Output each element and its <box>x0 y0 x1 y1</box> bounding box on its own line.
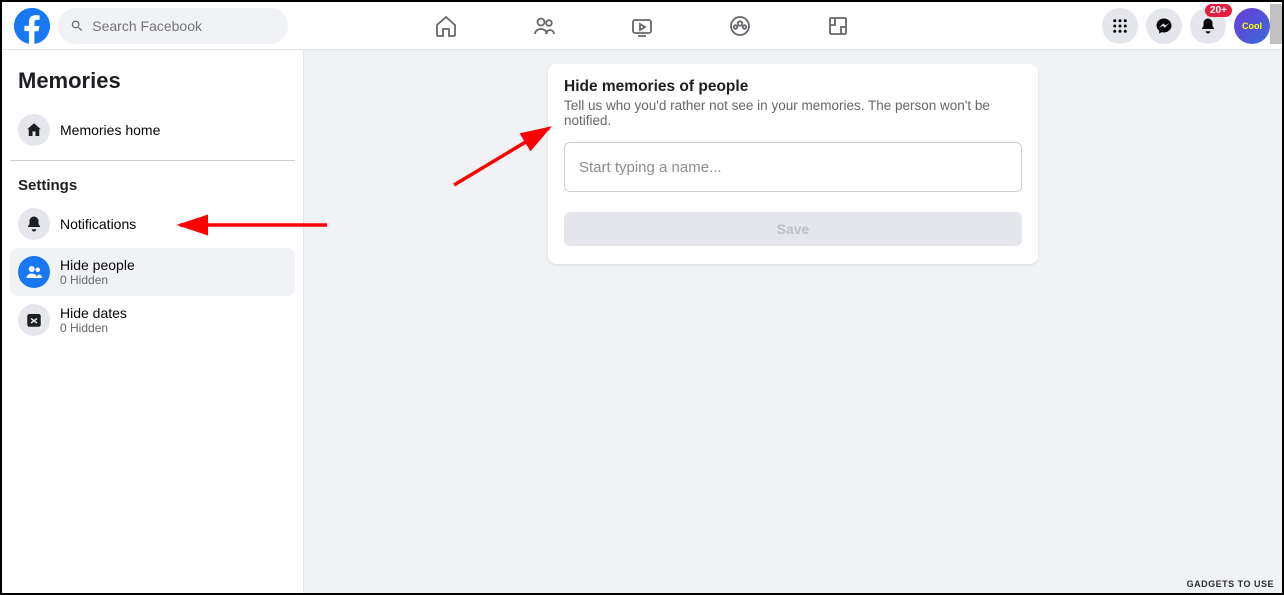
center-nav <box>401 2 883 50</box>
scrollbar-thumb[interactable] <box>1270 4 1282 44</box>
search-icon <box>70 18 84 34</box>
save-button[interactable]: Save <box>564 212 1022 246</box>
sidebar-section-settings: Settings <box>10 167 295 200</box>
sidebar-item-memories-home[interactable]: Memories home <box>10 106 295 154</box>
sidebar-item-hide-people[interactable]: Hide people 0 Hidden <box>10 248 295 296</box>
page-title: Memories <box>10 62 295 106</box>
sidebar-item-hide-dates[interactable]: Hide dates 0 Hidden <box>10 296 295 344</box>
nav-groups[interactable] <box>695 2 785 50</box>
sidebar-item-label: Hide dates <box>60 305 127 321</box>
search-input[interactable] <box>92 18 276 34</box>
bell-icon <box>18 208 50 240</box>
right-nav: 20+ Cool <box>1102 8 1270 44</box>
sidebar-item-label: Notifications <box>60 216 136 232</box>
menu-button[interactable] <box>1102 8 1138 44</box>
grid-icon <box>1111 17 1129 35</box>
people-icon <box>18 256 50 288</box>
sidebar: Memories Memories home Settings Notifica… <box>2 50 304 593</box>
calendar-x-icon <box>18 304 50 336</box>
nav-watch[interactable] <box>597 2 687 50</box>
hide-people-card: Hide memories of people Tell us who you'… <box>548 64 1038 264</box>
notifications-button[interactable]: 20+ <box>1190 8 1226 44</box>
card-title: Hide memories of people <box>564 78 1022 96</box>
main-content: Hide memories of people Tell us who you'… <box>304 50 1282 593</box>
card-description: Tell us who you'd rather not see in your… <box>564 98 1022 128</box>
bell-icon <box>1199 17 1217 35</box>
nav-gaming[interactable] <box>793 2 883 50</box>
sidebar-item-label: Hide people <box>60 257 135 273</box>
profile-avatar[interactable]: Cool <box>1234 8 1270 44</box>
nav-home[interactable] <box>401 2 491 50</box>
sidebar-item-sublabel: 0 Hidden <box>60 273 135 287</box>
name-input[interactable] <box>564 142 1022 192</box>
watermark: GADGETS TO USE <box>1187 579 1274 589</box>
sidebar-item-notifications[interactable]: Notifications <box>10 200 295 248</box>
notification-badge: 20+ <box>1205 4 1232 17</box>
messenger-icon <box>1155 17 1173 35</box>
sidebar-item-label: Memories home <box>60 122 160 138</box>
sidebar-item-sublabel: 0 Hidden <box>60 321 127 335</box>
facebook-logo[interactable] <box>14 8 50 44</box>
search-box[interactable] <box>58 8 288 44</box>
nav-friends[interactable] <box>499 2 589 50</box>
top-navbar: 20+ Cool <box>2 2 1282 50</box>
messenger-button[interactable] <box>1146 8 1182 44</box>
home-icon <box>18 114 50 146</box>
